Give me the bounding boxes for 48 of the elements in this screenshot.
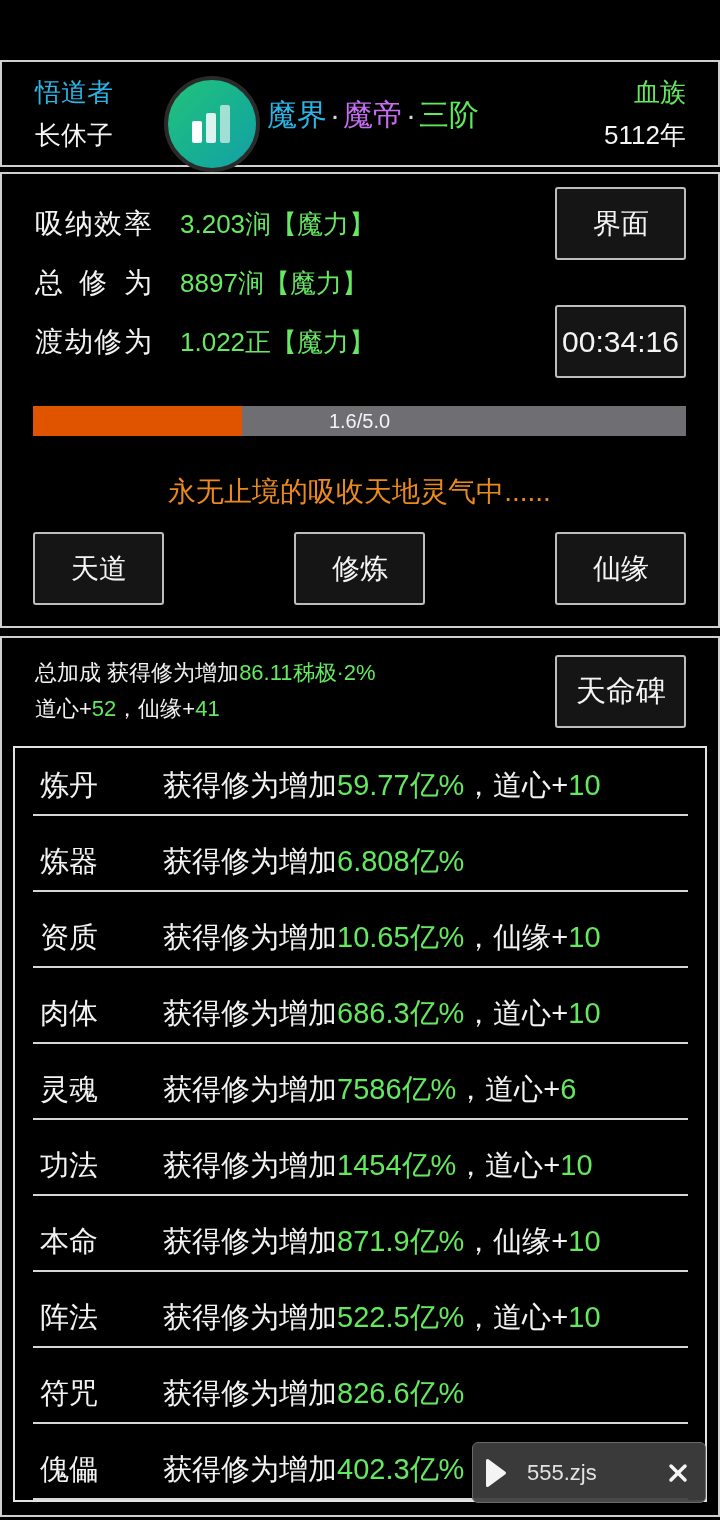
bonus-description: 获得修为增加7586亿%，道心+6	[163, 1073, 577, 1105]
destiny-stele-button[interactable]: 天命碑	[555, 655, 686, 728]
script-name: 555.zjs	[527, 1458, 597, 1487]
category-name: 阵法	[39, 1301, 99, 1333]
bonus-description: 获得修为增加6.808亿%	[163, 845, 465, 877]
category-name: 资质	[39, 921, 99, 953]
status-message: 永无止境的吸收天地灵气中......	[167, 475, 552, 509]
progress-reading: 1.6/5.0	[328, 409, 391, 434]
interface-button[interactable]: 界面	[555, 187, 686, 260]
role-label: 悟道者	[35, 76, 113, 109]
stat-value: 3.203涧【魔力】	[180, 207, 376, 241]
bar-chart-icon	[192, 105, 232, 143]
rank-title-text: 魔帝	[343, 96, 403, 133]
bonus-description: 获得修为增加686.3亿%，道心+10	[163, 997, 601, 1029]
category-name: 本命	[39, 1225, 99, 1257]
action-button[interactable]: 仙缘	[555, 532, 686, 605]
summary-text: 总加成 获得修为增加86.11秭极·2%	[35, 659, 376, 687]
title-separator: ·	[330, 96, 340, 133]
rank-title-text: 魔界	[267, 96, 327, 133]
title-separator: ·	[406, 96, 416, 133]
timer-button[interactable]: 00:34:16	[555, 305, 686, 378]
category-name: 灵魂	[39, 1073, 99, 1105]
category-name: 炼器	[39, 845, 99, 877]
category-name: 肉体	[39, 997, 99, 1029]
bonus-description: 获得修为增加522.5亿%，道心+10	[163, 1301, 601, 1333]
category-name: 傀儡	[39, 1453, 99, 1485]
summary-text: 道心+52，仙缘+41	[35, 695, 220, 723]
category-name: 符咒	[39, 1377, 99, 1409]
bonus-description: 获得修为增加1454亿%，道心+10	[163, 1149, 593, 1181]
character-name: 长休子	[35, 119, 113, 152]
stat-value: 1.022正【魔力】	[180, 325, 376, 359]
race-label: 血族	[634, 76, 686, 109]
category-name: 炼丹	[39, 769, 99, 801]
stat-label: 吸纳效率	[35, 206, 152, 241]
stat-label: 总 修 为	[35, 265, 152, 300]
bonus-description: 获得修为增加402.3亿%	[163, 1453, 465, 1485]
bonus-description: 获得修为增加59.77亿%，道心+10	[163, 769, 601, 801]
category-name: 功法	[39, 1149, 99, 1181]
bonus-description: 获得修为增加871.9亿%，仙缘+10	[163, 1225, 601, 1257]
rank-title-text: 三阶	[419, 96, 479, 133]
action-button[interactable]: 修炼	[294, 532, 425, 605]
age-text: 5112年	[604, 119, 686, 152]
action-button[interactable]: 天道	[33, 532, 164, 605]
bonus-description: 获得修为增加10.65亿%，仙缘+10	[163, 921, 601, 953]
stat-label: 渡劫修为	[35, 324, 152, 359]
bonus-description: 获得修为增加826.6亿%	[163, 1377, 465, 1409]
stat-value: 8897涧【魔力】	[180, 266, 368, 300]
play-icon[interactable]	[485, 1457, 507, 1488]
